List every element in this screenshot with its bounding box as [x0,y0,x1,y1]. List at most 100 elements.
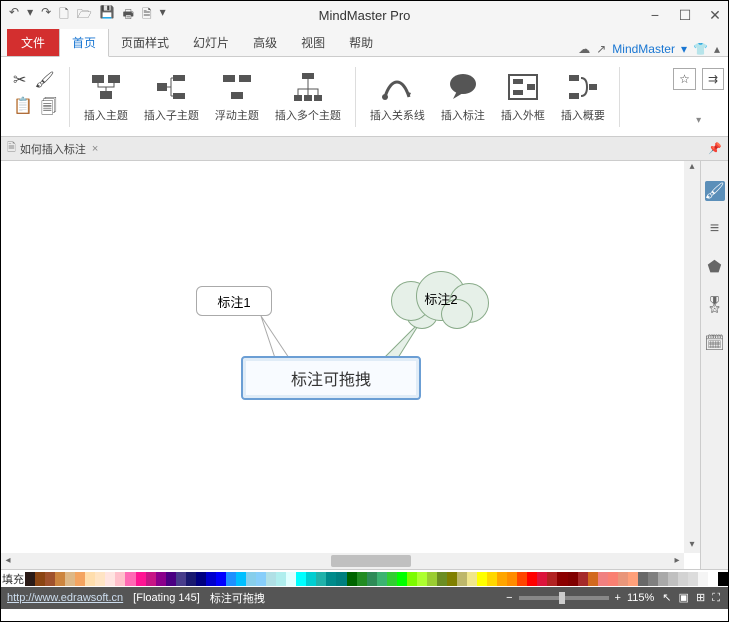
color-swatch[interactable] [75,572,85,586]
color-swatch[interactable] [427,572,437,586]
close-button[interactable]: ✕ [706,7,724,24]
brand-link[interactable]: MindMaster [612,42,675,56]
rail-outline-icon[interactable]: ≡ [705,219,725,239]
color-swatch[interactable] [698,572,708,586]
color-swatch[interactable] [718,572,728,586]
undo-dropdown-icon[interactable]: ▾ [27,5,33,26]
tab-page-style[interactable]: 页面样式 [109,29,181,56]
fullscreen-icon[interactable]: ⛶ [712,592,720,604]
color-swatch[interactable] [286,572,296,586]
color-swatch[interactable] [648,572,658,586]
color-swatch[interactable] [367,572,377,586]
color-swatch[interactable] [547,572,557,586]
favorite-icon[interactable]: ☆ [673,68,696,90]
callout-2[interactable]: 标注2 [391,271,491,327]
color-swatch[interactable] [417,572,427,586]
insert-summary-button[interactable]: 插入概要 [555,71,611,123]
insert-callout-button[interactable]: 插入标注 [435,71,491,123]
share-icon[interactable]: ↗ [596,42,606,56]
color-swatch[interactable] [377,572,387,586]
color-swatch[interactable] [537,572,547,586]
fit-width-icon[interactable]: ⊞ [696,592,705,604]
zoom-value[interactable]: 115% [627,592,654,604]
open-icon[interactable]: 🗁 [77,5,92,26]
color-swatch[interactable] [527,572,537,586]
paste-icon[interactable]: 📋 [13,96,33,123]
insert-relation-button[interactable]: 插入关系线 [364,71,431,123]
color-swatch[interactable] [568,572,578,586]
format-painter-icon[interactable]: 🖌 [34,70,54,90]
color-swatch[interactable] [347,572,357,586]
zoom-in-button[interactable]: + [615,592,621,604]
callout-1[interactable]: 标注1 [196,286,272,316]
redo-icon[interactable]: ↷ [41,5,51,26]
color-swatch[interactable] [487,572,497,586]
print-icon[interactable]: 🖶 [123,5,134,26]
color-swatch[interactable] [608,572,618,586]
color-swatch[interactable] [517,572,527,586]
tab-file[interactable]: 文件 [7,29,59,56]
document-tab-name[interactable]: 如何插入标注 [20,141,86,157]
save-icon[interactable]: 💾 [100,5,115,26]
color-swatch[interactable] [336,572,346,586]
cut-icon[interactable]: ✂ [13,70,26,90]
insert-topic-button[interactable]: 插入主题 [78,71,134,123]
brand-dropdown-icon[interactable]: ▾ [681,42,687,56]
color-swatch[interactable] [477,572,487,586]
tab-view[interactable]: 视图 [289,29,337,56]
rail-iconset-icon[interactable]: ⬟ [705,257,725,277]
color-swatch[interactable] [246,572,256,586]
tab-home[interactable]: 首页 [59,28,109,57]
tshirt-icon[interactable]: 👕 [693,42,708,56]
minimize-button[interactable]: − [646,7,664,24]
central-topic[interactable]: 标注可拖拽 [241,356,421,400]
color-swatch[interactable] [115,572,125,586]
color-swatch[interactable] [266,572,276,586]
document-tab-close[interactable]: × [92,143,98,155]
color-swatch[interactable] [105,572,115,586]
color-swatch[interactable] [65,572,75,586]
cloud-icon[interactable]: ☁ [578,42,590,56]
color-swatch[interactable] [166,572,176,586]
color-swatch[interactable] [236,572,246,586]
color-swatch[interactable] [35,572,45,586]
qat-more-icon[interactable]: ▾ [160,5,166,26]
insert-subtopic-button[interactable]: 插入子主题 [138,71,205,123]
color-swatch[interactable] [437,572,447,586]
color-swatch[interactable] [95,572,105,586]
status-url[interactable]: http://www.edrawsoft.cn [7,592,123,604]
color-swatch[interactable] [326,572,336,586]
color-swatch[interactable] [136,572,146,586]
color-swatch[interactable] [196,572,206,586]
color-swatch[interactable] [497,572,507,586]
color-swatch[interactable] [578,572,588,586]
scroll-down-icon[interactable]: ▾ [684,539,700,553]
color-swatch[interactable] [45,572,55,586]
scroll-up-icon[interactable]: ▴ [684,161,700,175]
tab-slideshow[interactable]: 幻灯片 [181,29,241,56]
pin-icon[interactable]: 📌 [708,142,728,155]
color-swatch[interactable] [55,572,65,586]
color-swatch[interactable] [216,572,226,586]
color-swatch[interactable] [638,572,648,586]
color-swatch[interactable] [598,572,608,586]
scroll-right-icon[interactable]: ▸ [670,553,684,569]
color-swatch[interactable] [467,572,477,586]
color-swatch[interactable] [407,572,417,586]
more-icon[interactable]: ⇉ [702,68,724,90]
color-swatch[interactable] [226,572,236,586]
color-swatch[interactable] [316,572,326,586]
maximize-button[interactable]: ☐ [676,7,694,24]
color-swatch[interactable] [588,572,598,586]
color-swatch[interactable] [146,572,156,586]
zoom-out-button[interactable]: − [506,592,512,604]
canvas[interactable]: 标注1 标注2 标注可拖拽 ▴ ▾ ◂ ▸ [1,161,700,569]
scroll-thumb[interactable] [331,555,411,567]
color-swatch[interactable] [457,572,467,586]
color-swatch[interactable] [256,572,266,586]
color-swatch[interactable] [668,572,678,586]
collapse-ribbon-icon[interactable]: ▴ [714,42,720,56]
rail-task-icon[interactable]: 🗓 [705,333,725,353]
color-swatch[interactable] [306,572,316,586]
color-swatch[interactable] [176,572,186,586]
